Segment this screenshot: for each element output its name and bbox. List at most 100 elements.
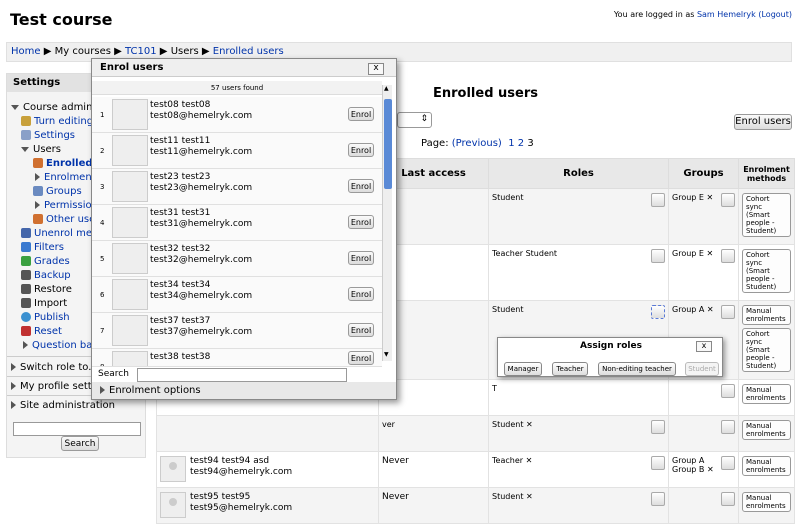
remove-group-icon[interactable]: ✕: [707, 305, 714, 314]
enrolment-options-toggle[interactable]: Enrolment options: [92, 382, 396, 399]
sidebar-item-restore[interactable]: Restore: [21, 284, 72, 295]
sidebar-item-switch-role[interactable]: Switch role to...: [11, 362, 98, 373]
breadcrumb-home[interactable]: Home: [11, 46, 41, 57]
sidebar-item-reset[interactable]: Reset: [21, 326, 62, 337]
restore-icon: [21, 284, 31, 294]
user-name[interactable]: test94 test94 asd: [190, 456, 269, 466]
enrol-users-button[interactable]: Enrol users: [734, 114, 792, 130]
avatar: [112, 171, 148, 202]
enrol-button[interactable]: Enrol: [348, 351, 374, 365]
assign-role-icon[interactable]: [651, 249, 665, 263]
scroll-up-icon[interactable]: ▲: [384, 85, 392, 93]
sidebar-item-backup[interactable]: Backup: [21, 270, 71, 281]
enrolment-cell: Manual enrolments: [738, 379, 795, 416]
avatar[interactable]: [160, 456, 186, 482]
assign-role-icon[interactable]: [651, 193, 665, 207]
page-title: Test course: [10, 10, 113, 29]
remove-group-icon[interactable]: ✕: [707, 249, 714, 258]
add-group-icon[interactable]: [721, 305, 735, 319]
remove-role-icon[interactable]: ✕: [526, 456, 533, 465]
remove-group-icon[interactable]: ✕: [707, 465, 714, 474]
enrolment-method: Manual enrolments: [742, 420, 791, 440]
breadcrumb-course[interactable]: TC101: [125, 46, 157, 57]
settings-search-button[interactable]: Search: [61, 436, 99, 451]
backup-icon: [21, 270, 31, 280]
assign-role-icon[interactable]: [651, 456, 665, 470]
import-icon: [21, 298, 31, 308]
grades-icon: [21, 256, 31, 266]
page-2-link[interactable]: 2: [518, 138, 524, 149]
close-icon[interactable]: x: [696, 341, 712, 352]
groups-header: Groups: [668, 158, 739, 189]
remove-group-icon[interactable]: ✕: [707, 193, 714, 202]
sidebar-item-grades[interactable]: Grades: [21, 256, 70, 267]
role-filter-select[interactable]: ⇕: [397, 112, 432, 128]
avatar: [112, 207, 148, 238]
user-cell: test94 test94 asd test94@hemelryk.com: [156, 451, 379, 488]
avatar[interactable]: [160, 492, 186, 518]
role-manager-button[interactable]: Manager: [504, 362, 542, 376]
enrolment-method: Cohort sync (Smart people - Student): [742, 193, 791, 237]
logout-link[interactable]: (Logout): [758, 10, 792, 19]
sidebar-item-publish[interactable]: Publish: [21, 312, 70, 323]
enrol-button[interactable]: Enrol: [348, 251, 374, 265]
add-group-icon[interactable]: [721, 193, 735, 207]
assign-role-icon[interactable]: [651, 492, 665, 506]
add-group-icon[interactable]: [721, 384, 735, 398]
page-1-link[interactable]: 1: [508, 138, 514, 149]
groups-cell: [668, 415, 739, 452]
globe-icon: [21, 312, 31, 322]
sidebar-item-site-admin[interactable]: Site administration: [11, 400, 115, 411]
list-item: 1 test08 test08 test08@hemelryk.com Enrol: [92, 97, 382, 133]
groups-cell: [668, 487, 739, 524]
previous-page-link[interactable]: (Previous): [452, 138, 502, 149]
filter-icon: [21, 242, 31, 252]
remove-role-icon[interactable]: ✕: [526, 492, 533, 501]
sidebar-item-groups[interactable]: Groups: [33, 186, 82, 197]
breadcrumb-users[interactable]: Users: [171, 46, 199, 57]
enrol-button[interactable]: Enrol: [348, 215, 374, 229]
add-group-icon[interactable]: [721, 492, 735, 506]
settings-search-input[interactable]: [13, 422, 141, 436]
assign-role-icon[interactable]: [651, 420, 665, 434]
list-item: 8 test38 test38 Enrol: [92, 349, 382, 367]
remove-role-icon[interactable]: ✕: [526, 420, 533, 429]
sidebar-item-users[interactable]: Users: [21, 144, 61, 155]
scroll-thumb[interactable]: [384, 99, 392, 189]
table-row: ver Student ✕ Manual enrolments: [156, 415, 795, 452]
add-group-icon[interactable]: [721, 420, 735, 434]
enrol-button[interactable]: Enrol: [348, 287, 374, 301]
user-name[interactable]: test95 test95: [190, 492, 250, 502]
user-cell: test95 test95 test95@hemelryk.com: [156, 487, 379, 524]
add-group-icon[interactable]: [721, 456, 735, 470]
select-arrows-icon: ⇕: [420, 114, 428, 124]
enrolment-cell: Manual enrolments: [738, 487, 795, 524]
scrollbar[interactable]: ▲ ▼: [382, 85, 392, 361]
enrol-button[interactable]: Enrol: [348, 107, 374, 121]
breadcrumb-enrolled-users[interactable]: Enrolled users: [213, 46, 284, 57]
scroll-down-icon[interactable]: ▼: [384, 351, 392, 359]
user-link[interactable]: Sam Hemelryk: [697, 10, 756, 19]
enrolled-users-heading: Enrolled users: [433, 86, 538, 101]
role-non-editing-teacher-button[interactable]: Non-editing teacher: [598, 362, 676, 376]
enrol-button[interactable]: Enrol: [348, 143, 374, 157]
list-item: 3 test23 test23 test23@hemelryk.com Enrol: [92, 169, 382, 205]
users-icon: [33, 158, 43, 168]
breadcrumb-my-courses[interactable]: My courses: [55, 46, 111, 57]
sidebar-item-filters[interactable]: Filters: [21, 242, 64, 253]
groups-cell: [668, 379, 739, 416]
enrol-button[interactable]: Enrol: [348, 323, 374, 337]
sidebar-item-import[interactable]: Import: [21, 298, 67, 309]
groups-icon: [33, 186, 43, 196]
sidebar-item-settings[interactable]: Settings: [21, 130, 75, 141]
add-group-icon[interactable]: [721, 249, 735, 263]
list-item: 4 test31 test31 test31@hemelryk.com Enrol: [92, 205, 382, 241]
assign-role-icon[interactable]: [651, 305, 665, 319]
close-icon[interactable]: x: [368, 63, 384, 75]
search-input[interactable]: [137, 368, 347, 382]
enrol-button[interactable]: Enrol: [348, 179, 374, 193]
table-row: test94 test94 asd test94@hemelryk.com Nev…: [156, 451, 795, 488]
role-teacher-button[interactable]: Teacher: [552, 362, 588, 376]
list-item: 2 test11 test11 test11@hemelryk.com Enrol: [92, 133, 382, 169]
collapsed-icon: [11, 382, 16, 390]
